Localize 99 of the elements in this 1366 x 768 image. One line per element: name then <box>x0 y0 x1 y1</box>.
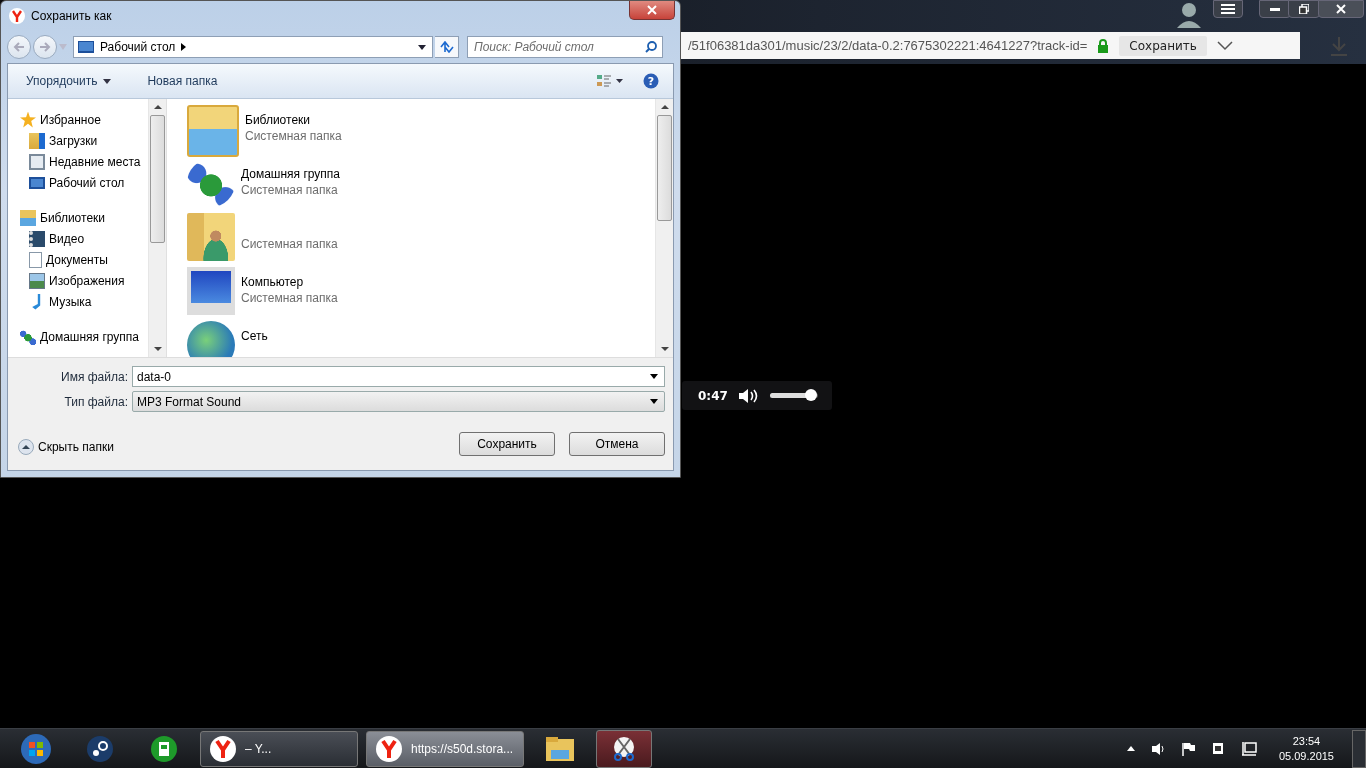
library-folder-icon <box>20 209 36 226</box>
volume-thumb[interactable] <box>804 389 817 401</box>
speaker-icon[interactable] <box>1150 741 1165 756</box>
folder-icon <box>545 735 575 762</box>
refresh-icon <box>439 41 454 53</box>
flag-icon[interactable] <box>1180 741 1195 756</box>
taskbar-app-button[interactable] <box>596 729 652 768</box>
close-icon <box>647 5 657 15</box>
clock[interactable]: 23:54 05.09.2015 <box>1268 735 1344 762</box>
taskbar-window-button[interactable]: https://s50d.stora... <box>366 730 524 767</box>
nav-item[interactable]: Загрузки <box>20 130 148 151</box>
close-button[interactable] <box>629 1 675 20</box>
save-button[interactable]: Сохранить <box>1119 35 1207 56</box>
desktop-icon <box>29 176 45 189</box>
menu-icon <box>1221 4 1235 14</box>
item-type: Системная папка <box>241 183 339 197</box>
windows-logo-icon <box>20 732 52 765</box>
globe-icon <box>187 321 235 357</box>
computer-icon <box>187 267 235 315</box>
browser-logo-icon <box>209 734 237 763</box>
nav-item[interactable]: Недавние места <box>20 151 148 172</box>
scrollbar[interactable] <box>655 99 673 357</box>
document-icon <box>29 251 42 268</box>
folder-item[interactable]: Сеть <box>187 319 655 357</box>
folder-item[interactable]: Системная папка <box>187 211 655 265</box>
recent-places-icon <box>29 153 45 170</box>
folder-item[interactable]: Библиотеки Системная папка <box>187 103 655 157</box>
file-name-field[interactable]: data-0 <box>132 366 665 387</box>
hide-folders-button[interactable]: Скрыть папки <box>18 439 114 455</box>
picture-icon <box>29 272 45 289</box>
caret-icon[interactable] <box>418 44 426 50</box>
nav-item[interactable]: Документы <box>20 249 148 270</box>
caret-icon[interactable] <box>103 78 112 84</box>
chevron-up-icon <box>18 439 34 455</box>
restore-icon <box>1299 4 1309 14</box>
caret-icon <box>650 399 658 404</box>
item-type: Системная папка <box>241 291 338 305</box>
folder-item[interactable]: Компьютер Системная папка <box>187 265 655 319</box>
scrollbar[interactable] <box>148 99 166 357</box>
show-desktop-button[interactable] <box>1352 729 1366 768</box>
caret-right-icon <box>181 43 187 51</box>
minimize-icon <box>1270 7 1280 11</box>
lock-icon <box>1097 38 1110 53</box>
nav-group-item[interactable]: Избранное <box>20 109 148 130</box>
user-folder-icon <box>187 213 235 261</box>
nav-item[interactable]: Рабочий стол <box>20 172 148 193</box>
new-folder-button[interactable]: Новая папка <box>139 74 218 88</box>
item-name: Библиотеки <box>245 113 311 127</box>
search-icon <box>645 41 657 53</box>
menu-button[interactable] <box>1213 0 1243 18</box>
desktop-icon <box>78 41 94 53</box>
arrow-right-icon <box>39 42 51 52</box>
taskbar-window-button[interactable]: – Y... <box>200 730 358 767</box>
help-icon[interactable]: ? <box>643 73 659 89</box>
browser-logo-icon <box>9 8 25 24</box>
time-text: 0:47 <box>698 388 728 403</box>
nav-group-item[interactable]: Домашняя группа <box>20 326 148 347</box>
restore-button[interactable] <box>1288 0 1320 18</box>
file-name-label: Имя файла: <box>60 369 129 384</box>
nav-item[interactable]: Музыка <box>20 291 148 312</box>
item-name: Сеть <box>241 329 268 343</box>
save-button[interactable]: Сохранить <box>459 432 555 456</box>
network-icon[interactable] <box>1240 741 1257 756</box>
nav-item[interactable]: Изображения <box>20 270 148 291</box>
library-folder-icon <box>187 105 239 157</box>
search-field[interactable]: Поиск: Рабочий стол <box>467 36 663 58</box>
browser-logo-icon <box>375 734 403 763</box>
file-type-dropdown[interactable]: MP3 Format Sound <box>132 391 665 412</box>
location-text: Рабочий стол <box>100 40 176 54</box>
organize-button[interactable]: Упорядочить <box>18 74 98 88</box>
nav-item[interactable]: Видео <box>20 228 148 249</box>
cancel-button[interactable]: Отмена <box>569 432 665 456</box>
url-text: /51f06381da301/music/23/2/data-0.2:7675302221:4641227?track-id= <box>688 38 1088 53</box>
close-icon <box>1336 4 1346 14</box>
item-type: Системная папка <box>245 129 342 143</box>
clock-time: 23:54 <box>1292 735 1321 747</box>
download-folder-icon <box>29 132 45 149</box>
clock-date: 05.09.2015 <box>1278 750 1334 762</box>
user-avatar-icon <box>1176 0 1202 28</box>
refresh-button[interactable] <box>435 36 459 58</box>
arrow-left-icon <box>13 42 25 52</box>
view-options-icon[interactable] <box>597 74 623 88</box>
caret-icon <box>650 374 658 379</box>
window-title: Сохранить как <box>31 9 113 23</box>
minimize-button[interactable] <box>1259 0 1291 18</box>
location-field[interactable]: Рабочий стол <box>73 36 433 58</box>
speaker-icon[interactable] <box>737 387 760 404</box>
file-type-label: Тип файла: <box>63 394 129 409</box>
app-icon <box>150 734 178 763</box>
chevron-down-icon[interactable] <box>1216 40 1233 51</box>
nav-group-item[interactable]: Библиотеки <box>20 207 148 228</box>
folder-item[interactable]: Домашняя группа Системная папка <box>187 157 655 211</box>
close-button[interactable] <box>1318 0 1364 18</box>
item-name: Домашняя группа <box>241 167 341 181</box>
item-type: Системная папка <box>241 237 338 251</box>
film-icon <box>29 230 45 247</box>
item-name: Компьютер <box>241 275 305 289</box>
show-hidden-icons-icon[interactable] <box>1126 746 1135 751</box>
game-launcher-icon <box>86 734 114 763</box>
